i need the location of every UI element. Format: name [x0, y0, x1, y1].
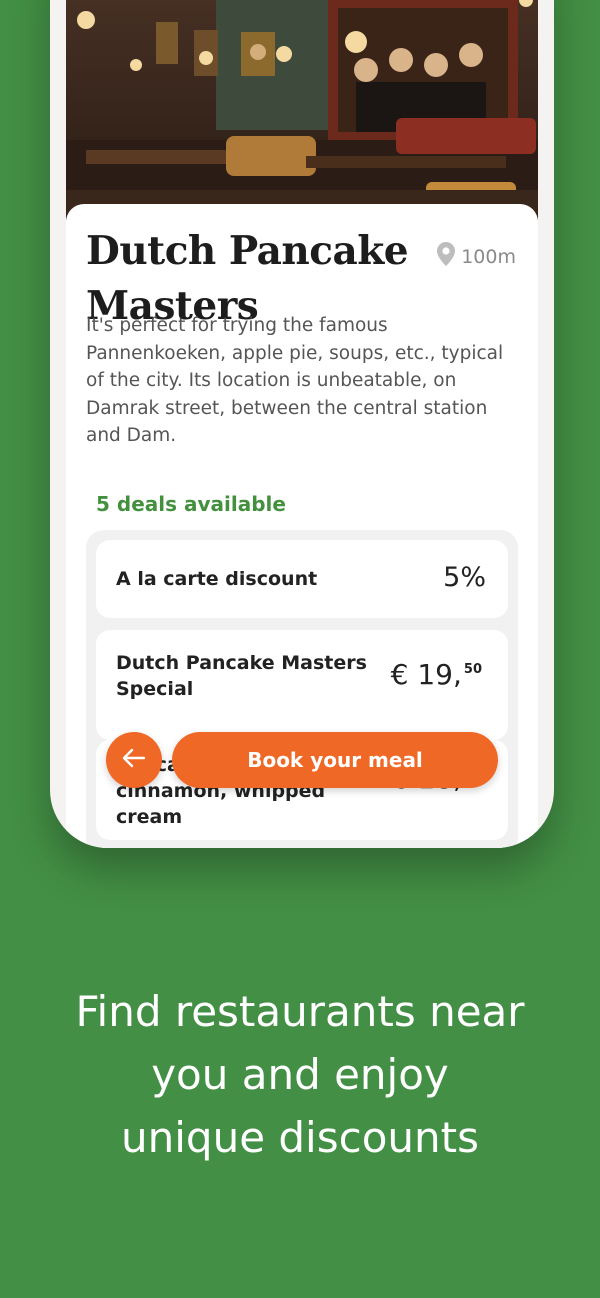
tagline-line1: Find restaurants near [75, 987, 525, 1036]
distance-badge: 100m [437, 242, 516, 271]
promo-tagline: Find restaurants near you and enjoy uniq… [0, 980, 600, 1169]
arrow-left-icon [122, 748, 146, 772]
deal-name: A la carte discount [116, 568, 318, 590]
deal-price-main: € 19, [390, 658, 462, 691]
restaurant-name-line1: Dutch Pancake [86, 228, 409, 274]
deal-item-special[interactable]: Dutch Pancake Masters Special € 19, 50 [96, 630, 508, 740]
tagline-line3: unique discounts [121, 1113, 479, 1162]
deals-count-label: 5 deals available [96, 492, 286, 516]
phone-mockup: Dutch Pancake Masters 100m It's perfect … [50, 0, 554, 848]
location-pin-icon [437, 242, 456, 271]
book-meal-button[interactable]: Book your meal [172, 732, 498, 788]
back-button[interactable] [106, 732, 162, 788]
deal-discount-value: 5% [443, 562, 486, 593]
deal-price: € 19, 50 [391, 658, 482, 691]
restaurant-photo [66, 0, 538, 220]
deal-price-cents: 50 [463, 662, 482, 677]
deal-name: Dutch Pancake Masters Special [116, 652, 367, 700]
deal-item-a-la-carte[interactable]: A la carte discount 5% [96, 540, 508, 618]
restaurant-description: It's perfect for trying the famous Panne… [86, 315, 504, 447]
book-meal-label: Book your meal [247, 748, 423, 772]
deals-list: A la carte discount 5% Dutch Pancake Mas… [86, 530, 518, 848]
tagline-line2: you and enjoy [151, 1050, 449, 1099]
distance-text: 100m [461, 245, 516, 268]
